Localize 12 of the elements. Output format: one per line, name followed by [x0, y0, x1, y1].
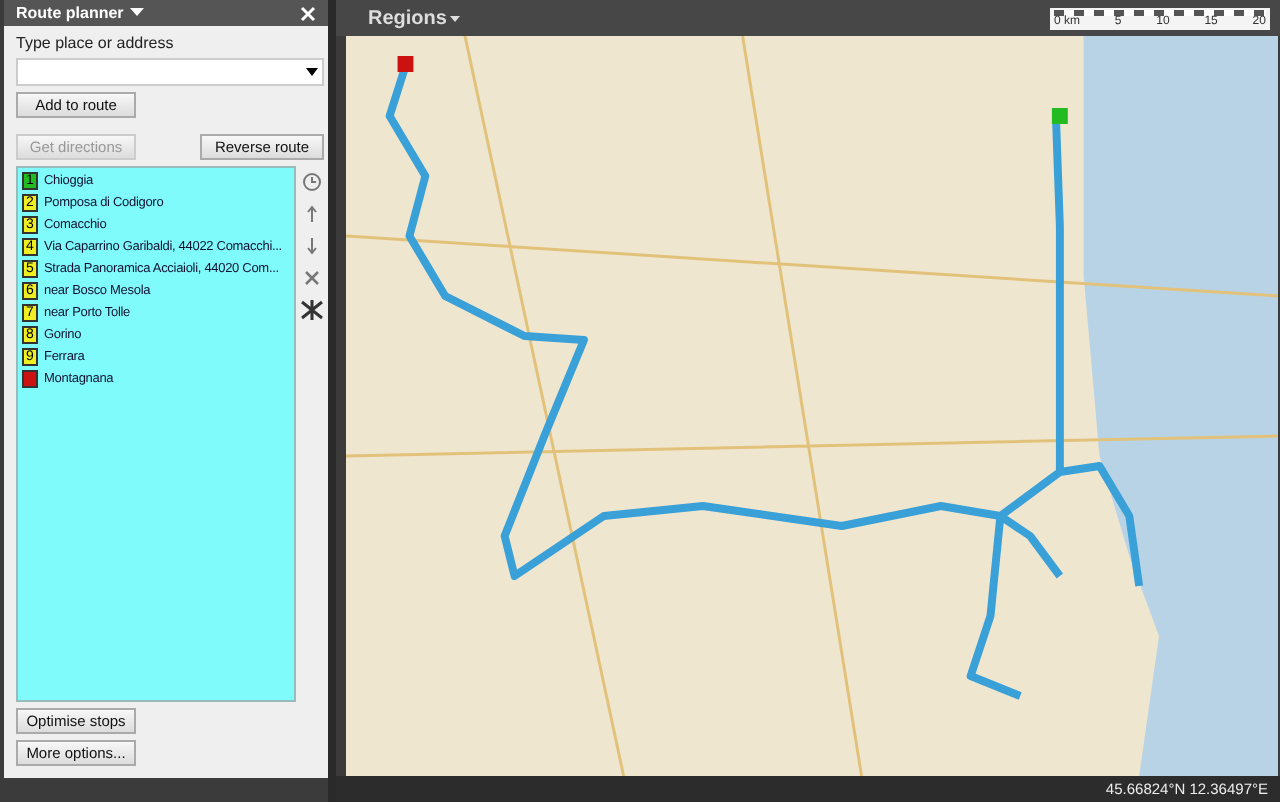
map-drawing[interactable] [346, 36, 1278, 776]
dropdown-caret-icon [306, 68, 318, 76]
move-down-icon[interactable] [302, 236, 322, 256]
close-icon[interactable] [300, 5, 316, 21]
field-label: Type place or address [16, 34, 176, 52]
move-up-icon[interactable] [302, 204, 322, 224]
remove-icon[interactable] [302, 268, 322, 288]
place-input-field[interactable] [16, 58, 324, 86]
clock-icon[interactable] [302, 172, 322, 192]
map-title[interactable]: Regions [368, 7, 447, 29]
dropdown-caret-icon [129, 8, 144, 18]
dropdown-caret-icon[interactable] [450, 15, 461, 21]
